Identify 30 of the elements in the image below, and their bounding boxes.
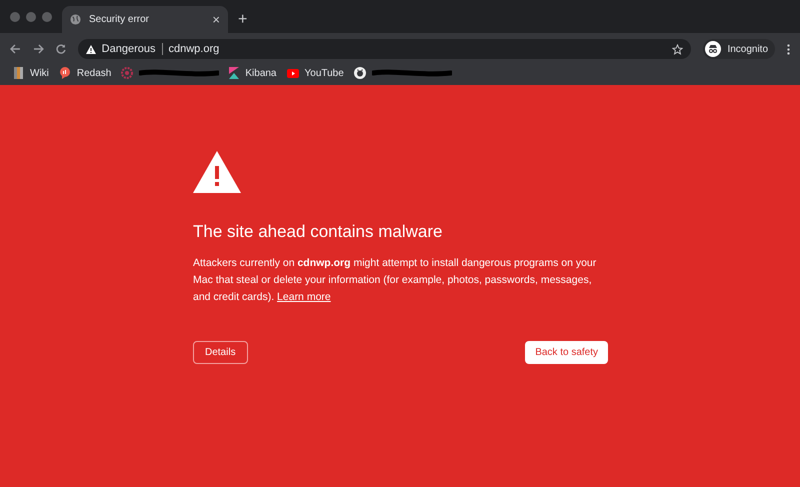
star-icon[interactable] <box>672 44 684 54</box>
warning-icon <box>193 151 241 193</box>
new-tab-button[interactable]: + <box>238 12 248 28</box>
gear-icon <box>121 67 134 79</box>
back-icon[interactable] <box>10 44 21 54</box>
cat-icon <box>354 67 366 79</box>
warning-title: The site ahead contains malware <box>193 221 444 243</box>
bookmark-label[interactable]: Redash <box>76 66 112 80</box>
back-to-safety-button[interactable]: Back to safety <box>525 340 608 364</box>
close-button[interactable]: × <box>212 13 220 26</box>
profile-chip[interactable]: Incognito <box>703 39 776 59</box>
chat-icon <box>58 67 71 79</box>
warning-message: Attackers currently on cdnwp.org might attempt to install dangerous programs on your Mac that steal or delete your information (for example, photos, passwords, messages, and credit cards). Learn more <box>193 256 598 304</box>
book-icon <box>14 67 24 79</box>
forward-icon[interactable] <box>32 44 44 54</box>
details-button[interactable]: Details <box>193 340 248 364</box>
bookmark-label[interactable]: Wiki <box>30 66 49 80</box>
incognito-icon <box>705 41 722 57</box>
url-text: cdnwp.org <box>168 42 220 57</box>
reload-icon[interactable] <box>56 44 66 54</box>
learn-more-link[interactable]: Learn more <box>277 290 331 302</box>
menu-icon[interactable] <box>787 44 790 54</box>
browser-tab[interactable]: Security error × <box>62 6 228 33</box>
address-bar[interactable]: Dangerous cdnwp.org <box>78 39 692 59</box>
play-icon <box>286 68 298 78</box>
kibana-icon <box>229 67 240 79</box>
bookmark-label[interactable]: YouTube <box>304 66 344 80</box>
globe-icon <box>70 14 81 25</box>
bookmark-label[interactable]: Kibana <box>245 66 276 80</box>
warning-icon <box>86 44 96 54</box>
